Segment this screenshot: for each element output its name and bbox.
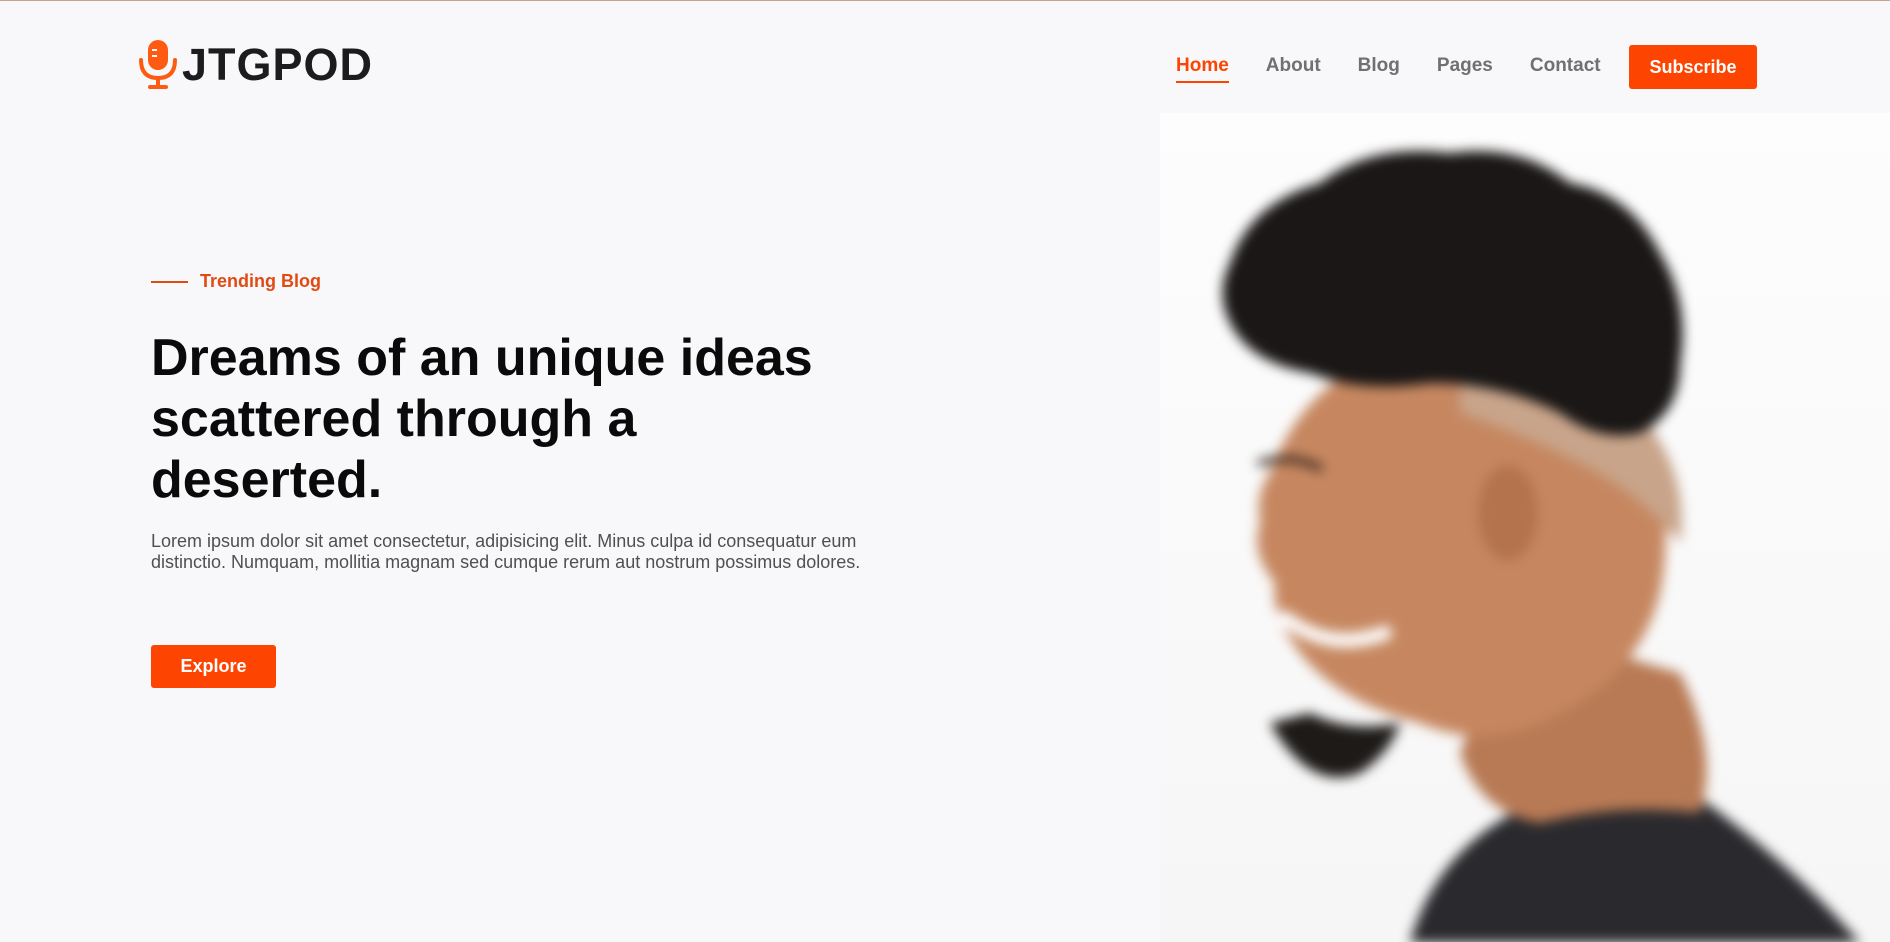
hero-section: Trending Blog Dreams of an unique ideas … [151,271,931,573]
subscribe-button[interactable]: Subscribe [1629,45,1757,89]
nav-about[interactable]: About [1266,55,1321,81]
eyebrow-label: Trending Blog [200,271,321,291]
brand-name: JTGPOD [182,38,374,90]
nav-home[interactable]: Home [1176,55,1229,83]
main-nav: Home About Blog Pages Contact [1176,55,1638,83]
site-header: JTGPOD Home About Blog Pages Contact Sub… [0,1,1890,111]
eyebrow: Trending Blog [151,271,931,292]
explore-button[interactable]: Explore [151,645,276,688]
eyebrow-line [151,280,188,283]
nav-contact[interactable]: Contact [1530,55,1601,81]
hero-portrait [1222,151,1860,942]
brand-logo[interactable]: JTGPOD [138,38,373,90]
hero-description: Lorem ipsum dolor sit amet consectetur, … [151,531,861,572]
hero-headline: Dreams of an unique ideas scattered thro… [151,329,813,509]
microphone-icon [139,40,177,89]
hero-image [1160,113,1890,942]
nav-blog[interactable]: Blog [1358,55,1400,81]
nav-pages[interactable]: Pages [1437,55,1493,81]
